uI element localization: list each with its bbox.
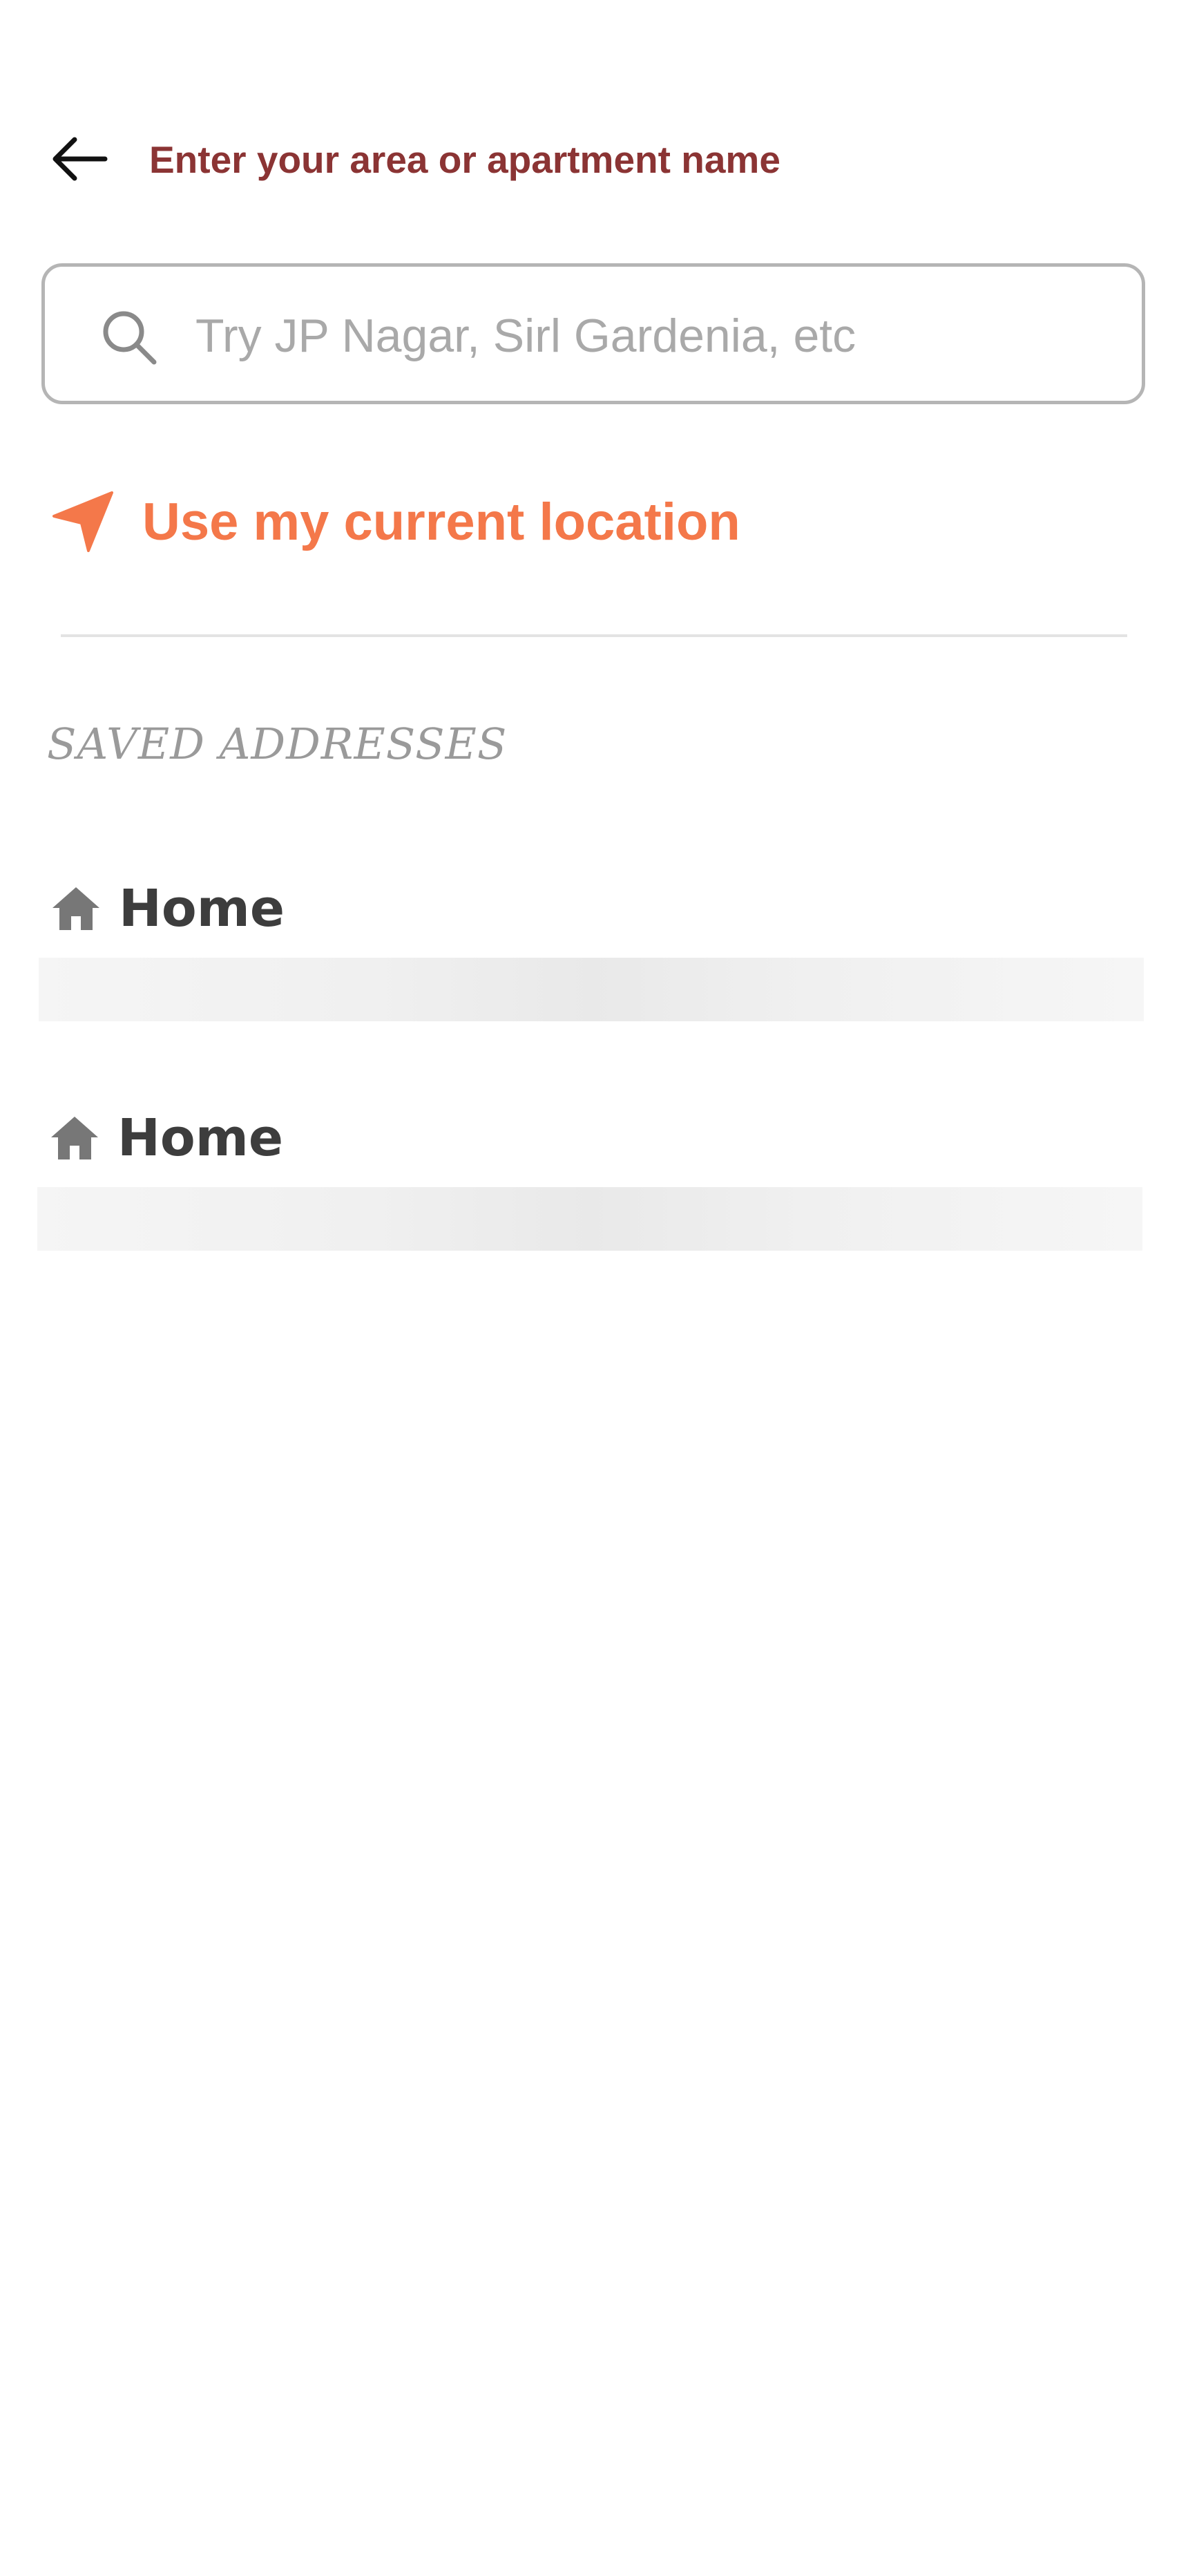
saved-address-label: Home — [119, 879, 285, 938]
saved-address-item[interactable]: Home — [37, 1100, 1147, 1266]
arrow-left-icon — [52, 137, 108, 181]
saved-address-label: Home — [117, 1108, 284, 1168]
saved-address-header: Home — [48, 871, 285, 947]
back-button[interactable] — [41, 128, 117, 190]
saved-addresses-title: SAVED ADDRESSES — [47, 719, 508, 769]
saved-address-item[interactable]: Home — [39, 871, 1147, 1036]
search-input[interactable] — [195, 294, 1114, 377]
divider — [61, 634, 1127, 637]
navigation-arrow-icon — [48, 487, 117, 556]
header: Enter your area or apartment name — [0, 104, 1188, 214]
home-icon — [48, 881, 104, 936]
use-current-location-button[interactable]: Use my current location — [48, 484, 740, 560]
home-icon — [47, 1110, 102, 1166]
saved-address-header: Home — [47, 1100, 283, 1176]
address-loading-placeholder — [37, 1187, 1142, 1251]
page-title: Enter your area or apartment name — [149, 138, 780, 181]
use-current-location-label: Use my current location — [142, 492, 740, 551]
search-icon — [103, 311, 157, 365]
search-box[interactable] — [41, 263, 1145, 404]
address-loading-placeholder — [39, 958, 1144, 1021]
